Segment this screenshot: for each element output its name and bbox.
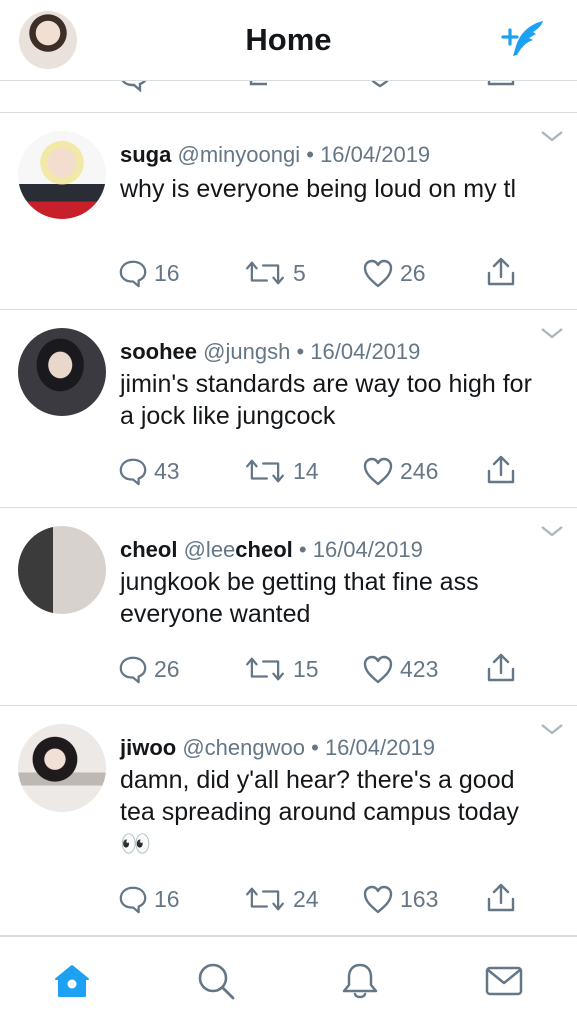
username-prefix: @lee [183, 537, 236, 562]
username[interactable]: @jungsh [203, 339, 290, 364]
retweet-icon [246, 887, 284, 911]
avatar[interactable] [18, 526, 106, 614]
retweet-count: 5 [293, 259, 306, 286]
display-name[interactable]: cheol [120, 537, 177, 562]
share-button[interactable] [486, 454, 516, 484]
reply-button[interactable]: 16 [118, 258, 180, 288]
retweet-icon [246, 459, 284, 483]
tweet-text: jungkook be getting that fine ass everyo… [120, 568, 479, 628]
heart-icon [363, 259, 393, 288]
retweet-count: 15 [293, 655, 319, 682]
username-bold: cheol [235, 537, 293, 562]
reply-icon [119, 260, 147, 288]
tweet-text: damn, did y'all hear? there's a good tea… [120, 766, 519, 858]
reply-icon [119, 886, 147, 914]
heart-icon [363, 885, 393, 914]
like-button[interactable]: 163 [362, 884, 438, 914]
tweet-text: jimin's standards are way too high for a… [120, 370, 532, 430]
like-count: 246 [400, 457, 439, 484]
timestamp: 16/04/2019 [312, 537, 423, 562]
avatar[interactable] [18, 328, 106, 416]
retweet-button[interactable]: 24 [243, 884, 319, 914]
timestamp: 16/04/2019 [320, 142, 431, 167]
tweet-header: suga @minyoongi • 16/04/2019 [120, 142, 430, 168]
like-count: 163 [400, 885, 439, 912]
separator: • [311, 735, 319, 760]
retweet-button[interactable]: 15 [243, 654, 319, 684]
timestamp: 16/04/2019 [324, 735, 436, 760]
search-icon[interactable] [196, 961, 236, 1001]
tweet-card[interactable]: cheol @leecheol • 16/04/2019 jungkook be… [0, 508, 577, 706]
share-icon [487, 455, 515, 484]
chevron-down-icon[interactable] [540, 722, 564, 736]
like-count: 423 [400, 655, 439, 682]
like-button[interactable]: 423 [362, 654, 438, 684]
username[interactable]: @chengwoo [182, 735, 305, 760]
tweet-card[interactable]: soohee @jungsh • 16/04/2019 jimin's stan… [0, 310, 577, 508]
display-name[interactable]: suga [120, 142, 171, 167]
reply-count: 16 [154, 259, 180, 286]
display-name[interactable]: soohee [120, 339, 197, 364]
reply-count: 16 [154, 885, 180, 912]
chevron-down-icon[interactable] [540, 326, 564, 340]
username[interactable]: @minyoongi [177, 142, 300, 167]
share-button[interactable] [486, 652, 516, 682]
retweet-button[interactable]: 14 [243, 456, 319, 486]
avatar[interactable] [18, 131, 106, 219]
share-icon [487, 883, 515, 912]
retweet-icon [246, 261, 284, 285]
tweet-header: cheol @leecheol • 16/04/2019 [120, 537, 423, 563]
chevron-down-icon[interactable] [540, 129, 564, 143]
heart-icon [363, 655, 393, 684]
reply-icon [119, 458, 147, 486]
retweet-button[interactable]: 5 [243, 258, 306, 288]
share-button[interactable] [486, 256, 516, 286]
retweet-icon [246, 657, 284, 681]
retweet-count: 14 [293, 457, 319, 484]
tweet-text: why is everyone being loud on my tl [120, 175, 517, 203]
tweet-card[interactable]: suga @minyoongi • 16/04/2019 why is ever… [0, 113, 577, 310]
separator: • [306, 142, 314, 167]
timestamp: 16/04/2019 [310, 339, 421, 364]
page-title: Home [245, 22, 332, 57]
reply-icon [119, 656, 147, 684]
reply-button[interactable]: 43 [118, 456, 180, 486]
like-button[interactable]: 26 [362, 258, 426, 288]
reply-count: 43 [154, 457, 180, 484]
share-button[interactable] [486, 882, 516, 912]
separator: • [296, 339, 305, 364]
reply-button[interactable]: 16 [118, 884, 180, 914]
home-icon[interactable] [52, 961, 92, 1001]
compose-tweet-feather-icon[interactable] [500, 16, 550, 60]
tweet-card[interactable]: jiwoo @chengwoo • 16/04/2019 damn, did y… [0, 706, 577, 936]
reply-count: 26 [154, 655, 180, 682]
like-button[interactable]: 246 [362, 456, 438, 486]
like-count: 26 [400, 259, 426, 286]
reply-button[interactable]: 26 [118, 654, 180, 684]
top-bar: Home [0, 0, 577, 81]
separator: • [298, 537, 307, 562]
avatar[interactable] [18, 724, 106, 812]
tweet-header: jiwoo @chengwoo • 16/04/2019 [120, 735, 435, 761]
username[interactable]: @leecheol [184, 537, 293, 562]
bottom-tab-bar [0, 936, 577, 1025]
share-icon [487, 653, 515, 682]
notifications-bell-icon[interactable] [340, 961, 380, 1001]
heart-icon [363, 457, 393, 486]
share-icon [487, 257, 515, 286]
messages-envelope-icon[interactable] [484, 961, 524, 1001]
retweet-count: 24 [293, 885, 319, 912]
tweet-header: soohee @jungsh • 16/04/2019 [120, 339, 420, 365]
display-name[interactable]: jiwoo [120, 735, 176, 760]
chevron-down-icon[interactable] [540, 524, 564, 538]
